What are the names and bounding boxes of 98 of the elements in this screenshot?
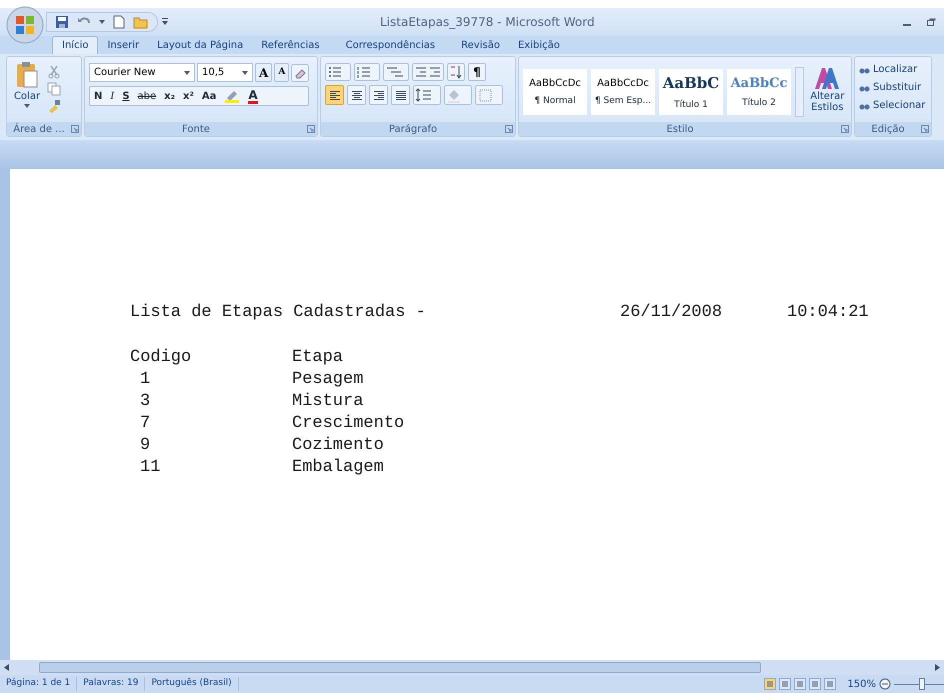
table-cell-text: 11 (139, 457, 162, 479)
dialog-launcher-icon[interactable] (307, 125, 315, 133)
document-time: 10:04:21 (787, 302, 869, 324)
dialog-launcher-icon[interactable] (921, 125, 929, 133)
ribbon-tab[interactable]: Início (52, 36, 98, 54)
group-label: Parágrafo (388, 122, 438, 136)
style-gallery-item[interactable]: AaBbCc Título 2 (727, 69, 791, 115)
align-button[interactable] (369, 85, 388, 105)
format-button[interactable]: S (118, 88, 134, 104)
styles-icon (814, 65, 840, 91)
ribbon-tab[interactable]: Referências (252, 36, 329, 54)
dialog-launcher-icon[interactable] (71, 125, 79, 133)
page-count[interactable]: Página: 1 de 1 (0, 677, 78, 691)
caret-icon (99, 20, 105, 24)
align-icon (328, 90, 340, 100)
font-size-field[interactable]: 10,5 (197, 63, 253, 82)
shrink-font-button[interactable]: A (274, 63, 290, 82)
view-icon[interactable] (794, 678, 806, 690)
view-icon[interactable] (764, 678, 776, 690)
editing-button[interactable]: Substituir (859, 80, 926, 95)
ribbon-tab[interactable]: Revisão (452, 36, 509, 54)
ribbon-tab[interactable]: Exibição (508, 36, 569, 54)
ribbon-tab[interactable]: Inserir (98, 36, 148, 54)
align-button[interactable] (325, 85, 344, 105)
format-button[interactable]: x₂ (160, 88, 180, 104)
editing-button[interactable]: Localizar (859, 62, 926, 77)
group-label: Edição (871, 122, 905, 136)
grow-font-button[interactable]: A (255, 63, 272, 82)
table-cell-text: Embalagem (292, 457, 385, 479)
zoom-out-icon[interactable] (879, 678, 891, 690)
view-icon[interactable] (779, 678, 792, 690)
table-cell-text: 1 (139, 369, 152, 391)
customize-icon[interactable] (162, 18, 168, 26)
format-button[interactable]: I (106, 88, 118, 104)
bullet-list-icon[interactable] (325, 63, 351, 81)
align-button[interactable] (391, 85, 410, 105)
show-marks-button[interactable]: ¶ (468, 63, 486, 81)
align-icon (372, 90, 384, 100)
change-styles-button[interactable]: Alterar Estilos (808, 61, 847, 122)
font-name-field[interactable]: Courier New (89, 63, 195, 82)
new-document-icon[interactable] (113, 15, 125, 29)
scroll-thumb[interactable] (39, 662, 761, 673)
caret-icon (24, 104, 30, 108)
clipboard-icon (15, 61, 39, 89)
view-icon[interactable] (809, 678, 822, 690)
indent-icon[interactable] (412, 63, 444, 81)
table-cell-text: 7 (139, 413, 152, 435)
table-cell-text: Mistura (292, 391, 364, 413)
column-heading: Etapa (292, 347, 344, 369)
clear-format-icon[interactable] (291, 64, 310, 82)
copy-icon[interactable] (47, 82, 61, 96)
multilevel-list-icon[interactable] (383, 63, 409, 81)
group-label: Fonte (182, 122, 210, 136)
group-label: Área de ... (13, 122, 65, 136)
zoom-level[interactable]: 150% (847, 676, 876, 692)
group-label: Estilo (666, 122, 694, 136)
save-icon[interactable] (55, 15, 69, 29)
ribbon-tab[interactable]: Correspondências (336, 36, 444, 54)
brush-icon[interactable] (47, 99, 61, 113)
ribbon-tab[interactable]: Layout da Página (148, 36, 252, 54)
dialog-launcher-icon[interactable] (505, 125, 513, 133)
table-cell-text: 3 (139, 391, 152, 413)
word-count[interactable]: Palavras: 19 (77, 677, 146, 691)
align-button[interactable] (347, 85, 366, 105)
format-button[interactable]: Aa (198, 88, 220, 104)
column-heading: Codigo (130, 347, 192, 369)
table-cell-text: Pesagem (292, 369, 364, 391)
table-cell-text: Crescimento (292, 413, 406, 435)
view-icon[interactable] (824, 678, 836, 690)
scroll-right-icon[interactable] (935, 664, 940, 671)
format-button[interactable]: N (90, 88, 106, 104)
numbered-list-icon[interactable] (354, 63, 380, 81)
style-gallery-item[interactable]: AaBbCcDc ¶ Normal (523, 69, 587, 115)
border-icon[interactable] (475, 85, 503, 105)
format-button[interactable]: x² (179, 88, 198, 104)
style-gallery-item[interactable]: AaBbCcDc ¶ Sem Esp... (591, 69, 655, 115)
font-color-button[interactable]: A (248, 88, 258, 104)
align-icon (394, 90, 406, 100)
table-cell-text: 9 (139, 435, 152, 457)
restore-icon[interactable] (927, 18, 936, 26)
dialog-launcher-icon[interactable] (841, 125, 849, 133)
line-spacing-icon[interactable] (413, 85, 441, 105)
table-cell-text: Cozimento (292, 435, 385, 457)
language-status[interactable]: Português (Brasil) (145, 677, 239, 691)
sort-icon[interactable] (447, 63, 465, 81)
zoom-thumb[interactable] (918, 678, 924, 690)
style-gallery-item[interactable]: AaBbC Título 1 (659, 69, 723, 115)
editing-button[interactable]: Selecionar (859, 98, 926, 113)
scroll-left-icon[interactable] (4, 664, 9, 671)
window-title: ListaEtapas_39778 - Microsoft Word (380, 14, 595, 31)
document-date: 26/11/2008 (620, 302, 724, 324)
zoom-slider[interactable] (894, 678, 944, 690)
paste-button[interactable]: Colar (11, 61, 43, 122)
document-heading: Lista de Etapas Cadastradas - (130, 302, 427, 324)
align-icon (350, 90, 362, 100)
caret-icon (242, 70, 248, 74)
caret-icon (184, 70, 190, 74)
format-button[interactable]: abe (134, 88, 160, 104)
